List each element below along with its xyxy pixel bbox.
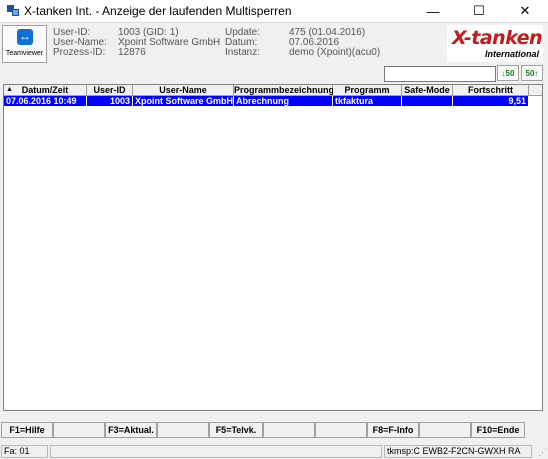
column-header-safe-mode[interactable]: Safe-Mode bbox=[402, 85, 453, 96]
cell-fortschritt: 9,51 bbox=[453, 96, 529, 106]
column-header-programm[interactable]: Programm bbox=[333, 85, 402, 96]
cell-user-id: 1003 bbox=[87, 96, 133, 106]
column-header-user-id[interactable]: User-ID bbox=[87, 85, 133, 96]
window-title: X-tanken Int. - Anzeige der laufenden Mu… bbox=[24, 4, 292, 18]
column-header-datum[interactable]: ▲ Datum/Zeit bbox=[4, 85, 87, 96]
search-input[interactable] bbox=[384, 66, 496, 82]
status-empty bbox=[50, 445, 382, 458]
f2-empty-button[interactable] bbox=[53, 422, 105, 438]
f9-empty-button[interactable] bbox=[419, 422, 471, 438]
logo-main-text: X-tanken bbox=[452, 27, 543, 49]
prozess-id-label: Prozess-ID: bbox=[53, 47, 106, 58]
teamviewer-button[interactable]: Teamviewer bbox=[2, 25, 47, 63]
status-company: Fa: 01 bbox=[1, 445, 48, 458]
f8-finfo-button[interactable]: F8=F-Info bbox=[367, 422, 419, 438]
scroll-up-50-button[interactable]: 50↑ bbox=[521, 65, 543, 81]
company-logo: X-tanken International bbox=[447, 25, 543, 62]
sort-asc-icon: ▲ bbox=[6, 86, 13, 93]
f1-help-button[interactable]: F1=Hilfe bbox=[1, 422, 53, 438]
teamviewer-label: Teamviewer bbox=[5, 50, 44, 57]
column-header-fortschritt[interactable]: Fortschritt bbox=[453, 85, 529, 96]
cell-programm: tkfaktura bbox=[333, 96, 402, 106]
resize-grip-icon[interactable]: ⋰ bbox=[538, 447, 547, 458]
column-header-filler bbox=[529, 85, 542, 96]
f10-end-button[interactable]: F10=Ende bbox=[471, 422, 525, 438]
status-bar: Fa: 01 tkmsp:C EWB2-F2CN-GWXH RA ⋰ bbox=[0, 442, 548, 459]
cell-datum: 07.06.2016 10:49 bbox=[4, 96, 87, 106]
column-header-programmbezeichnung[interactable]: Programmbezeichnung bbox=[234, 85, 334, 96]
table-header: ▲ Datum/Zeit User-ID User-Name Programmb… bbox=[4, 85, 542, 96]
cell-programmbezeichnung: Abrechnung bbox=[234, 96, 333, 106]
f3-refresh-button[interactable]: F3=Aktual. bbox=[105, 422, 157, 438]
info-bar: Teamviewer User-ID: 1003 (GID: 1) User-N… bbox=[0, 23, 548, 65]
column-header-user-name[interactable]: User-Name bbox=[133, 85, 234, 96]
f6-empty-button[interactable] bbox=[263, 422, 315, 438]
instanz-value: demo (Xpoint)(acu0) bbox=[289, 47, 381, 58]
cell-user-name: Xpoint Software GmbH bbox=[135, 96, 234, 106]
app-icon bbox=[7, 5, 19, 17]
close-button[interactable]: ✕ bbox=[502, 0, 548, 22]
f7-empty-button[interactable] bbox=[315, 422, 367, 438]
function-key-bar: F1=Hilfe F3=Aktual. F5=Telvk. F8=F-Info … bbox=[0, 422, 548, 438]
teamviewer-icon bbox=[17, 29, 33, 45]
minimize-button[interactable]: — bbox=[410, 0, 456, 22]
instanz-label: Instanz: bbox=[225, 47, 261, 58]
locks-table[interactable]: ▲ Datum/Zeit User-ID User-Name Programmb… bbox=[3, 84, 543, 411]
maximize-button[interactable]: ☐ bbox=[456, 0, 502, 22]
status-session: tkmsp:C EWB2-F2CN-GWXH RA bbox=[384, 445, 532, 458]
prozess-id-value: 12876 bbox=[118, 47, 146, 58]
cell-safe-mode bbox=[402, 96, 453, 106]
f5-telvk-button[interactable]: F5=Telvk. bbox=[209, 422, 263, 438]
table-row[interactable]: 07.06.2016 10:49 1003 Xpoint Software Gm… bbox=[4, 96, 529, 106]
f4-empty-button[interactable] bbox=[157, 422, 209, 438]
scroll-down-50-button[interactable]: ↓50 bbox=[497, 65, 519, 81]
title-bar: X-tanken Int. - Anzeige der laufenden Mu… bbox=[0, 0, 548, 23]
logo-sub-text: International bbox=[484, 49, 539, 59]
